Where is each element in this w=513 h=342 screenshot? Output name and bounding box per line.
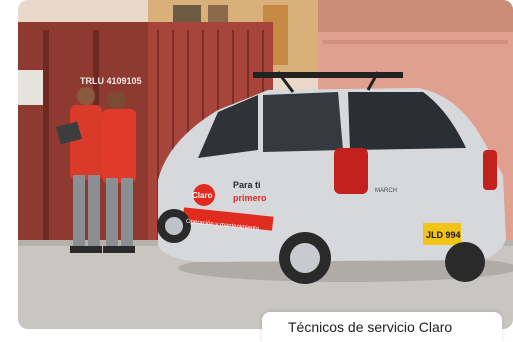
rear-badge: MARCH <box>375 188 397 194</box>
car-slogan-line2: primero <box>233 193 267 203</box>
photo-caption: Técnicos de servicio Claro <box>288 319 453 335</box>
car-brand-logo: Claro <box>192 191 213 200</box>
license-plate: JLD 994 <box>426 230 461 240</box>
container-code: TRLU 4109105 <box>80 76 142 86</box>
hero-photo: TRLU 4109105 JLD 994 MARCH Claro Para ti… <box>18 0 513 329</box>
caption-card: Técnicos de servicio Claro <box>262 312 502 342</box>
car-slogan-line1: Para ti <box>233 180 261 190</box>
